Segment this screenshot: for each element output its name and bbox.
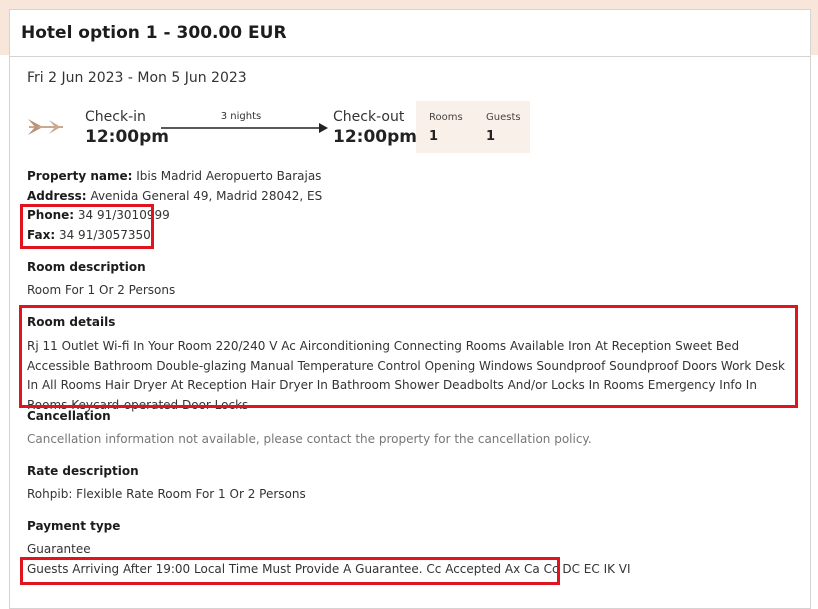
rate-description-text: Rohpib: Flexible Rate Room For 1 Or 2 Pe…: [27, 487, 306, 501]
rate-description-heading: Rate description: [27, 464, 139, 478]
card-title: Hotel option 1 - 300.00 EUR: [10, 10, 810, 57]
cancellation-heading: Cancellation: [27, 409, 111, 423]
rooms-guests-box: Rooms 1 Guests 1: [416, 101, 530, 153]
payment-type-heading: Payment type: [27, 519, 121, 533]
highlight-room-details: [19, 305, 798, 408]
checkout-label: Check-out: [333, 109, 405, 125]
arrow-right-icon: [161, 120, 329, 139]
stay-dates: Fri 2 Jun 2023 - Mon 5 Jun 2023: [27, 70, 247, 86]
room-description-text: Room For 1 Or 2 Persons: [27, 283, 176, 297]
rooms-label: Rooms: [429, 112, 463, 123]
rooms-value: 1: [429, 129, 439, 144]
address-row: Address: Avenida General 49, Madrid 2804…: [27, 189, 322, 203]
highlight-payment-guarantee: [20, 557, 560, 585]
cancellation-text: Cancellation information not available, …: [27, 432, 592, 446]
checkin-label: Check-in: [85, 109, 146, 125]
property-name: Ibis Madrid Aeropuerto Barajas: [136, 169, 322, 183]
payment-type-value: Guarantee: [27, 542, 91, 556]
address-value: Avenida General 49, Madrid 28042, ES: [90, 189, 323, 203]
address-label: Address:: [27, 189, 87, 203]
property-name-label: Property name:: [27, 169, 133, 183]
guests-label: Guests: [486, 112, 521, 123]
room-description-heading: Room description: [27, 260, 146, 274]
plane-icon: [27, 116, 65, 142]
checkout-time: 12:00pm: [333, 127, 417, 147]
checkin-time: 12:00pm: [85, 127, 169, 147]
property-name-row: Property name: Ibis Madrid Aeropuerto Ba…: [27, 169, 321, 183]
highlight-phone-fax: [20, 204, 154, 249]
guests-value: 1: [486, 129, 496, 144]
